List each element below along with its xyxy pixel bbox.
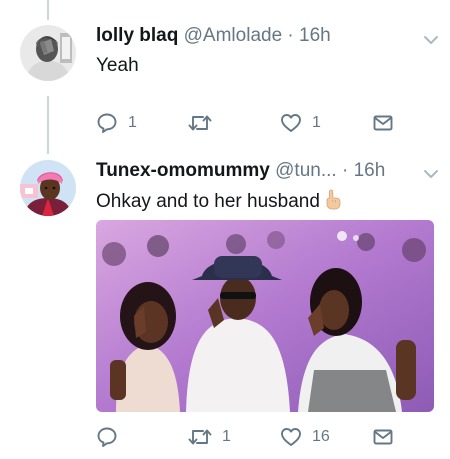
- user-avatar-pink-headwrap-icon: [20, 160, 76, 216]
- display-name[interactable]: Tunex-omomummy: [96, 160, 270, 181]
- like-count: 16: [312, 428, 330, 445]
- user-handle[interactable]: @tun...: [275, 160, 337, 181]
- envelope-icon: [373, 115, 393, 131]
- direct-message-button[interactable]: [372, 424, 394, 450]
- chevron-down-icon[interactable]: [421, 164, 441, 184]
- tweet-text-row: Ohkay and to her husband: [96, 188, 342, 214]
- reply-icon: [97, 113, 117, 133]
- reply-count: 1: [128, 114, 137, 131]
- tweet-header: lolly blaq @Amlolade · 16h: [96, 24, 331, 48]
- timestamp[interactable]: 16h: [299, 25, 331, 46]
- user-avatar-hand-over-face-icon: [20, 25, 76, 81]
- avatar-lolly-blaq[interactable]: [20, 25, 76, 81]
- retweet-button[interactable]: [188, 110, 222, 136]
- avatar-tunex-omomummy[interactable]: [20, 160, 76, 216]
- display-name[interactable]: lolly blaq: [96, 25, 178, 46]
- heart-icon: [281, 428, 301, 446]
- separator: ·: [341, 160, 349, 181]
- reply-button[interactable]: [96, 424, 128, 450]
- separator: ·: [287, 25, 294, 46]
- like-button[interactable]: 1: [280, 110, 321, 136]
- retweet-count: 1: [222, 428, 231, 445]
- reply-button[interactable]: 1: [96, 110, 137, 136]
- like-count: 1: [312, 114, 321, 131]
- like-button[interactable]: 16: [280, 424, 330, 450]
- direct-message-button[interactable]: [372, 110, 394, 136]
- tweet-header: Tunex-omomummy @tun... · 16h: [96, 159, 385, 183]
- tweet-text: Ohkay and to her husband: [96, 191, 320, 212]
- timestamp[interactable]: 16h: [354, 160, 386, 181]
- retweet-icon: [188, 429, 212, 445]
- user-handle[interactable]: @Amlolade: [184, 25, 283, 46]
- tweet-text: Yeah: [96, 55, 139, 76]
- party-photo-icon: [96, 220, 434, 412]
- heart-icon: [281, 114, 301, 132]
- tweet-media-photo[interactable]: [96, 220, 434, 412]
- chevron-down-icon[interactable]: [421, 30, 441, 50]
- pointing-hand-emoji-icon: [326, 189, 341, 210]
- retweet-icon: [188, 115, 212, 131]
- thread-line-top: [47, 0, 49, 20]
- reply-icon: [97, 427, 117, 447]
- retweet-button[interactable]: 1: [188, 424, 231, 450]
- thread-line-middle: [47, 96, 49, 154]
- envelope-icon: [373, 429, 393, 445]
